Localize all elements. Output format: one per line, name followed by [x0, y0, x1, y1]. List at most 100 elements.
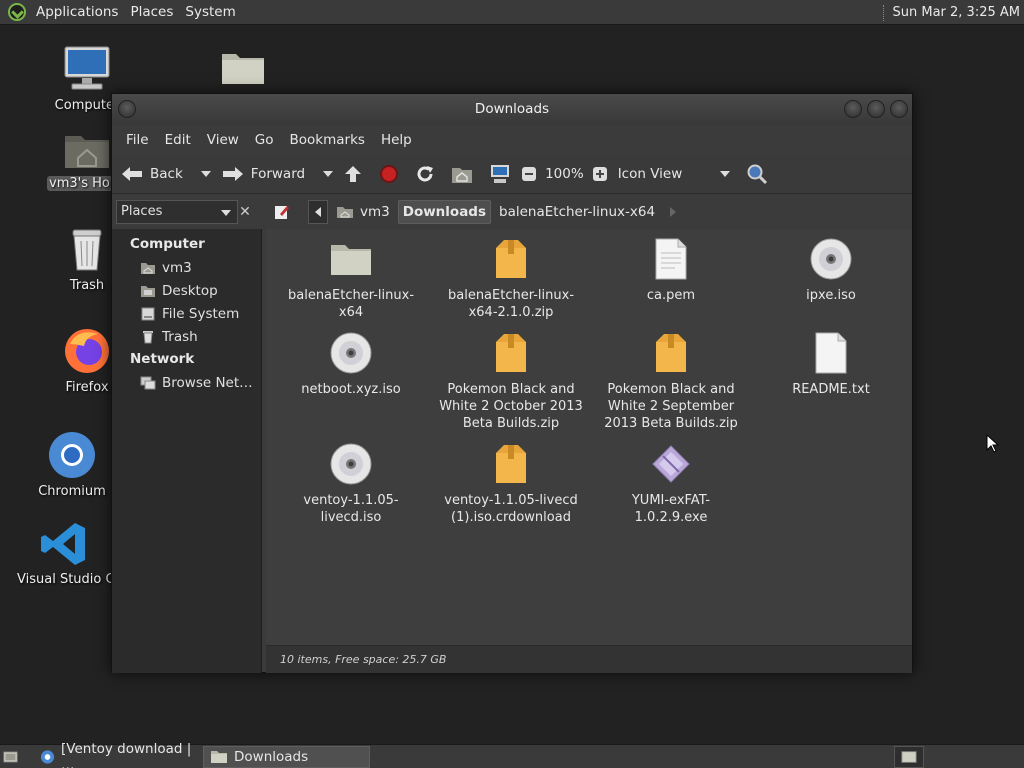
- menubar: File Edit View Go Bookmarks Help: [112, 125, 912, 154]
- desktop-icon-vscode[interactable]: Visual Studio Code: [17, 520, 111, 587]
- zoom-out-button[interactable]: [521, 159, 537, 189]
- file-name: ipxe.iso: [806, 288, 856, 303]
- show-desktop-button[interactable]: [0, 746, 24, 768]
- computer-button[interactable]: [489, 159, 511, 189]
- drive-icon: [141, 307, 155, 320]
- breadcrumb-balenaetcher[interactable]: balenaEtcher-linux-x64: [495, 200, 659, 224]
- file-manager-window: Downloads File Edit View Go Bookmarks He…: [111, 93, 913, 673]
- file-item[interactable]: balenaEtcher-linux-x64-2.1.0.zip: [431, 235, 591, 321]
- sidebar-item-browse-network[interactable]: Browse Net…: [112, 371, 261, 394]
- sidebar: Computer vm3 Desktop File System Trash N…: [112, 229, 262, 673]
- breadcrumb-right-button[interactable]: [663, 200, 683, 224]
- breadcrumb-label: Downloads: [402, 204, 487, 220]
- top-panel: Applications Places System Sun Mar 2, 3:…: [0, 0, 1024, 25]
- breadcrumb: vm3 Downloads balenaEtcher-linux-x64: [272, 200, 687, 224]
- close-sidebar-button[interactable]: ✕: [234, 200, 256, 224]
- up-button[interactable]: [343, 159, 363, 189]
- taskbar-item-browser[interactable]: [Ventoy download | …: [34, 741, 200, 768]
- menu-view[interactable]: View: [199, 132, 247, 148]
- file-item[interactable]: YUMI-exFAT-1.0.2.9.exe: [591, 440, 751, 526]
- file-item[interactable]: balenaEtcher-linux-x64: [271, 235, 431, 321]
- toolbar: Back Forward 100% Icon View: [112, 154, 912, 194]
- up-arrow-icon: [345, 165, 362, 182]
- file-item[interactable]: ventoy-1.1.05-livecd (1).iso.crdownload: [431, 440, 591, 526]
- edit-location-icon: [275, 206, 289, 219]
- home-button[interactable]: [451, 159, 473, 189]
- desktop-icon-chromium[interactable]: Chromium: [27, 430, 117, 499]
- back-button[interactable]: Back: [120, 159, 183, 189]
- taskbar-item-downloads[interactable]: Downloads: [203, 746, 370, 768]
- stop-button[interactable]: [379, 159, 399, 189]
- menu-bookmarks[interactable]: Bookmarks: [282, 132, 373, 148]
- menu-file[interactable]: File: [118, 132, 157, 148]
- sidebar-item-trash[interactable]: Trash: [112, 325, 261, 348]
- chevron-left-icon: [315, 207, 321, 217]
- applications-menu[interactable]: Applications: [30, 0, 124, 25]
- distro-logo-icon[interactable]: [8, 3, 26, 21]
- places-menu[interactable]: Places: [124, 0, 179, 25]
- sidebar-type-combo[interactable]: Places: [116, 200, 238, 224]
- sidebar-item-vm3[interactable]: vm3: [112, 256, 261, 279]
- maximize-button[interactable]: [867, 100, 885, 118]
- forward-button[interactable]: Forward: [221, 159, 305, 189]
- file-item[interactable]: README.txt: [751, 329, 911, 398]
- view-mode-dropdown[interactable]: [720, 170, 731, 177]
- window-menu-button[interactable]: [118, 100, 136, 118]
- forward-history-dropdown[interactable]: [323, 170, 334, 177]
- close-button[interactable]: [890, 100, 908, 118]
- sidebar-item-file-system[interactable]: File System: [112, 302, 261, 325]
- file-item[interactable]: ventoy-1.1.05-livecd.iso: [271, 440, 431, 526]
- sidebar-item-desktop[interactable]: Desktop: [112, 279, 261, 302]
- clock[interactable]: Sun Mar 2, 3:25 AM: [893, 5, 1024, 20]
- bottom-panel: [Ventoy download | … Downloads: [0, 741, 1024, 768]
- file-item[interactable]: ca.pem: [591, 235, 751, 304]
- desktop-folder-icon: [141, 285, 155, 297]
- reload-button[interactable]: [415, 159, 435, 189]
- search-button[interactable]: [746, 159, 768, 189]
- desktop-icon-folder[interactable]: [198, 48, 288, 92]
- clock-area: Sun Mar 2, 3:25 AM: [882, 0, 1024, 25]
- reload-icon: [417, 165, 434, 181]
- file-name: netboot.xyz.iso: [301, 382, 401, 397]
- archive-icon: [496, 445, 526, 483]
- blank-file-icon: [815, 332, 847, 374]
- breadcrumb-downloads[interactable]: Downloads: [397, 200, 492, 224]
- breadcrumb-left-button[interactable]: [308, 200, 328, 224]
- file-item[interactable]: netboot.xyz.iso: [271, 329, 431, 398]
- back-history-dropdown[interactable]: [200, 170, 211, 177]
- menu-help[interactable]: Help: [373, 132, 420, 148]
- minimize-button[interactable]: [844, 100, 862, 118]
- menu-edit[interactable]: Edit: [157, 132, 199, 148]
- back-label: Back: [150, 165, 183, 182]
- file-item[interactable]: Pokemon Black and White 2 September 2013…: [591, 329, 751, 432]
- system-menu[interactable]: System: [179, 0, 241, 25]
- file-view[interactable]: balenaEtcher-linux-x64 balenaEtcher-linu…: [266, 229, 912, 645]
- file-name: ca.pem: [646, 288, 696, 303]
- network-icon: [140, 376, 156, 389]
- view-mode-select[interactable]: Icon View: [618, 159, 683, 189]
- breadcrumb-vm3[interactable]: vm3: [332, 200, 394, 224]
- taskbar-item-label: Downloads: [234, 749, 309, 765]
- window-title: Downloads: [474, 101, 550, 117]
- file-item[interactable]: Pokemon Black and White 2 October 2013 B…: [431, 329, 591, 432]
- trash-small-icon: [143, 330, 153, 343]
- zoom-level[interactable]: 100%: [545, 159, 584, 189]
- home-folder-icon: [65, 136, 109, 168]
- window-titlebar[interactable]: Downloads: [112, 94, 912, 125]
- status-bar: 10 items, Free space: 25.7 GB: [266, 645, 912, 673]
- zoom-in-button[interactable]: [592, 159, 608, 189]
- vscode-icon: [41, 523, 85, 565]
- back-arrow-icon: [122, 166, 142, 181]
- workspace-switcher[interactable]: [894, 746, 924, 768]
- location-edit-button[interactable]: [272, 200, 292, 224]
- sidebar-header-network: Network: [130, 351, 195, 367]
- sidebar-header-computer: Computer: [130, 236, 205, 252]
- menu-go[interactable]: Go: [247, 132, 282, 148]
- file-item[interactable]: ipxe.iso: [751, 235, 911, 304]
- breadcrumb-label: balenaEtcher-linux-x64: [499, 204, 656, 220]
- search-icon: [747, 164, 768, 184]
- chromium-icon: [49, 432, 95, 478]
- sidebar-item-label: Trash: [162, 328, 198, 345]
- chevron-right-icon: [670, 207, 677, 217]
- disc-icon: [330, 332, 372, 374]
